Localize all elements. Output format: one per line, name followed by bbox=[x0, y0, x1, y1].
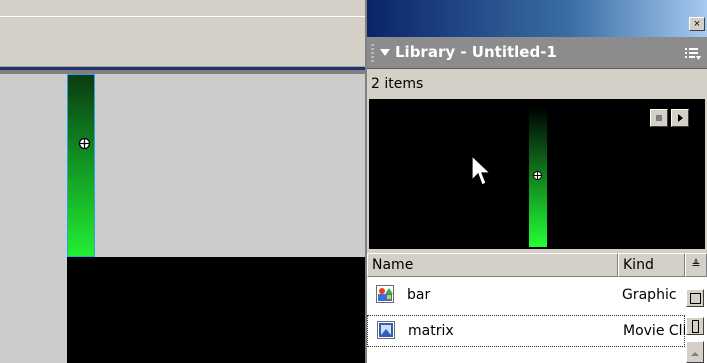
column-header-row: Name Kind ≜ bbox=[367, 253, 707, 277]
registration-point-icon bbox=[78, 137, 91, 150]
panel-header[interactable]: Library - Untitled-1 bbox=[367, 37, 707, 69]
library-panel: × Library - Untitled-1 2 items Name Kind bbox=[367, 0, 707, 363]
stage-top-edge bbox=[0, 70, 365, 74]
play-button[interactable] bbox=[671, 109, 689, 127]
stage-toolbar bbox=[0, 0, 365, 67]
toolbar-highlight-line bbox=[0, 16, 365, 17]
options-menu-icon[interactable] bbox=[685, 47, 701, 61]
item-kind: Movie Clip bbox=[623, 323, 685, 339]
item-count: 2 items bbox=[371, 76, 424, 92]
preview-window bbox=[369, 99, 705, 249]
collapse-arrow-icon[interactable] bbox=[380, 49, 390, 56]
list-item[interactable]: bar Graphic bbox=[367, 280, 685, 312]
movie-clip-icon bbox=[377, 321, 395, 339]
panel-title: Library - Untitled-1 bbox=[395, 43, 557, 61]
scroll-up-button[interactable] bbox=[686, 341, 704, 363]
mouse-pointer-icon bbox=[471, 155, 491, 186]
stage-canvas-black[interactable] bbox=[67, 257, 365, 363]
sort-order-button[interactable]: ≜ bbox=[685, 253, 707, 277]
bar-graphic-instance[interactable] bbox=[67, 74, 95, 257]
library-list[interactable]: Name Kind ≜ bar Graphic matrix Movie Cli bbox=[367, 253, 707, 363]
column-header-name[interactable]: Name bbox=[367, 253, 618, 277]
item-kind: Graphic bbox=[622, 287, 677, 303]
graphic-symbol-icon bbox=[376, 285, 394, 303]
column-header-kind[interactable]: Kind bbox=[618, 253, 685, 277]
close-button[interactable]: × bbox=[689, 17, 705, 31]
preview-registration-icon bbox=[533, 171, 542, 180]
stage-area[interactable] bbox=[0, 0, 365, 363]
new-symbol-button[interactable] bbox=[686, 289, 704, 307]
close-icon: × bbox=[693, 18, 701, 30]
item-name: matrix bbox=[408, 323, 454, 339]
new-folder-button[interactable] bbox=[686, 317, 704, 335]
gripper-icon[interactable] bbox=[371, 44, 374, 62]
item-name: bar bbox=[407, 287, 431, 303]
stop-button[interactable] bbox=[650, 109, 668, 127]
window-titlebar: × bbox=[367, 0, 707, 37]
list-item[interactable]: matrix Movie Clip bbox=[367, 315, 685, 347]
